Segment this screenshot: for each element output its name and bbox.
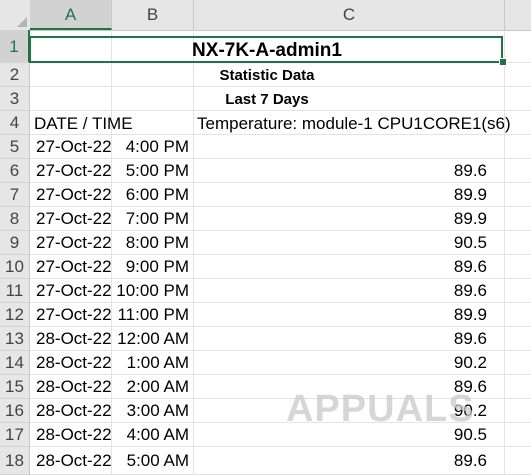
watermark-text: APPUALS [286, 388, 475, 430]
spreadsheet[interactable]: A B C 1 2 3 4 5 6 7 8 9 10 11 12 13 14 15 16 17 18 NX-7K-… [0, 0, 531, 475]
cell-temperature-value[interactable]: 90.5 [194, 231, 487, 255]
cell-time[interactable]: 12:00 AM [112, 327, 189, 351]
row-header-17[interactable]: 17 [0, 423, 30, 447]
cell-temperature-value[interactable]: 89.9 [194, 303, 487, 327]
row-header-14[interactable]: 14 [0, 351, 30, 375]
row-header-16[interactable]: 16 [0, 399, 30, 423]
cell-temperature-value[interactable] [194, 135, 487, 159]
cell-time[interactable]: 1:00 AM [112, 351, 189, 375]
cell-date[interactable]: 27-Oct-22 [36, 279, 112, 303]
cell-date[interactable]: 27-Oct-22 [36, 135, 112, 159]
column-header-a[interactable]: A [30, 0, 112, 30]
row-header-18[interactable]: 18 [0, 447, 30, 475]
row-header-7[interactable]: 7 [0, 183, 30, 207]
cell-time[interactable]: 11:00 PM [112, 303, 189, 327]
cell-time[interactable]: 3:00 AM [112, 399, 189, 423]
fill-handle[interactable] [499, 58, 507, 66]
row-header-5[interactable]: 5 [0, 135, 30, 159]
cell-temperature-value[interactable]: 89.6 [194, 447, 487, 475]
cell-period[interactable]: Last 7 Days [30, 88, 504, 111]
cell-date[interactable]: 28-Oct-22 [36, 351, 112, 375]
row-header-9[interactable]: 9 [0, 231, 30, 255]
row-header-6[interactable]: 6 [0, 159, 30, 183]
cell-date[interactable]: 28-Oct-22 [36, 327, 112, 351]
cell-temperature-value[interactable]: 89.9 [194, 183, 487, 207]
row-header-2[interactable]: 2 [0, 63, 30, 87]
column-gridline [504, 30, 505, 475]
cell-date[interactable]: 27-Oct-22 [36, 255, 112, 279]
cell-header-temperature[interactable]: Temperature: module-1 CPU1CORE1(s6) [197, 112, 511, 135]
cell-temperature-value[interactable]: 90.2 [194, 351, 487, 375]
cell-temperature-value[interactable]: 89.9 [194, 207, 487, 231]
cell-date[interactable]: 28-Oct-22 [36, 423, 112, 447]
cell-temperature-value[interactable]: 89.6 [194, 279, 487, 303]
row-header-8[interactable]: 8 [0, 207, 30, 231]
cell-time[interactable]: 2:00 AM [112, 375, 189, 399]
cell-date[interactable]: 27-Oct-22 [36, 303, 112, 327]
cell-time[interactable]: 4:00 PM [112, 135, 189, 159]
cell-time[interactable]: 9:00 PM [112, 255, 189, 279]
cell-date[interactable]: 28-Oct-22 [36, 399, 112, 423]
column-header-b[interactable]: B [112, 0, 194, 30]
row-header-10[interactable]: 10 [0, 255, 30, 279]
cell-temperature-value[interactable]: 89.6 [194, 327, 487, 351]
row-header-3[interactable]: 3 [0, 87, 30, 111]
cell-date[interactable]: 27-Oct-22 [36, 159, 112, 183]
cell-temperature-value[interactable]: 89.6 [194, 255, 487, 279]
cell-time[interactable]: 5:00 AM [112, 447, 189, 475]
cell-time[interactable]: 5:00 PM [112, 159, 189, 183]
row-header-12[interactable]: 12 [0, 303, 30, 327]
row-header-1[interactable]: 1 [0, 30, 30, 63]
cell-subtitle[interactable]: Statistic Data [30, 64, 504, 87]
row-header-4[interactable]: 4 [0, 111, 30, 135]
row-header-11[interactable]: 11 [0, 279, 30, 303]
cell-date[interactable]: 27-Oct-22 [36, 183, 112, 207]
column-header-c[interactable]: C [194, 0, 505, 30]
selected-cell-range [29, 36, 503, 63]
cell-time[interactable]: 6:00 PM [112, 183, 189, 207]
row-header-13[interactable]: 13 [0, 327, 30, 351]
cell-date[interactable]: 27-Oct-22 [36, 231, 112, 255]
cell-time[interactable]: 4:00 AM [112, 423, 189, 447]
cell-header-date[interactable]: DATE / TIME [34, 112, 133, 135]
row-header-15[interactable]: 15 [0, 375, 30, 399]
cell-temperature-value[interactable]: 89.6 [194, 159, 487, 183]
cell-time[interactable]: 10:00 PM [112, 279, 189, 303]
cell-date[interactable]: 28-Oct-22 [36, 447, 112, 475]
cell-date[interactable]: 27-Oct-22 [36, 207, 112, 231]
select-all-icon [17, 17, 27, 27]
cell-time[interactable]: 8:00 PM [112, 231, 189, 255]
cell-date[interactable]: 28-Oct-22 [36, 375, 112, 399]
cell-time[interactable]: 7:00 PM [112, 207, 189, 231]
select-all-corner[interactable] [0, 0, 31, 30]
